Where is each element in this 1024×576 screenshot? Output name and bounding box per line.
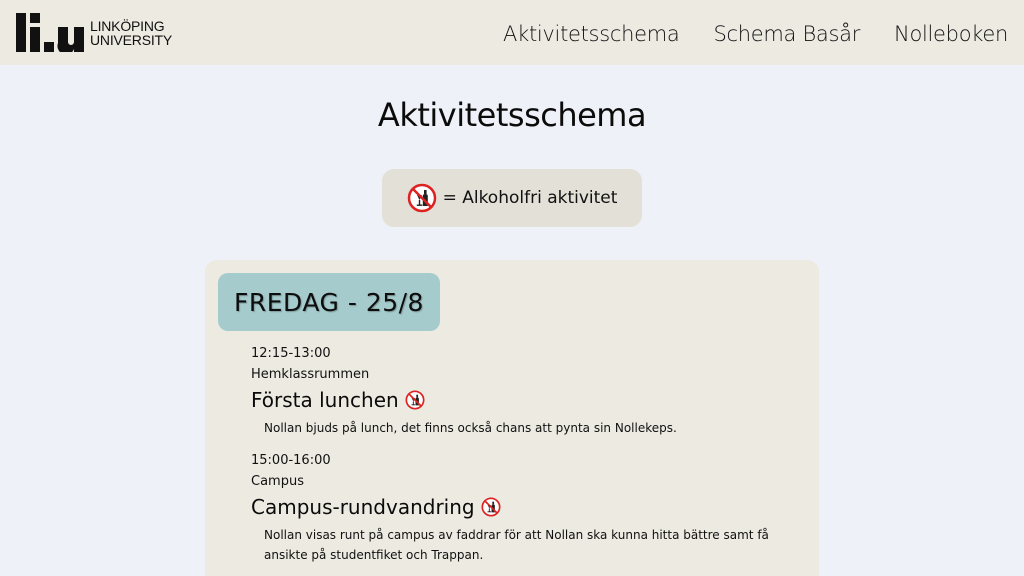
day-card: FREDAG - 25/8 12:15-13:00 Hemklassrummen… <box>205 260 819 576</box>
event-title-row: Campus-rundvandring <box>251 495 771 519</box>
event-description: Nollan bjuds på lunch, det finns också c… <box>264 421 677 435</box>
logo-line2: UNIVERSITY <box>90 31 173 48</box>
event-time: 12:15-13:00 <box>251 346 331 361</box>
liu-logo-link[interactable]: LINKÖPING UNIVERSITY <box>16 13 172 52</box>
liu-logo-icon <box>16 13 84 52</box>
page-title: Aktivitetsschema <box>377 96 647 134</box>
logo-wordmark: LINKÖPING UNIVERSITY <box>90 19 172 47</box>
day-heading: FREDAG - 25/8 <box>218 273 440 331</box>
alcohol-free-legend: = Alkoholfri aktivitet <box>382 169 642 227</box>
nav-nolleboken[interactable]: Nolleboken <box>894 22 1008 46</box>
event-time: 15:00-16:00 <box>251 453 331 468</box>
legend-text: = Alkoholfri aktivitet <box>442 188 618 208</box>
no-alcohol-icon <box>481 497 501 517</box>
event-item: 12:15-13:00 Hemklassrummen Första lunche… <box>251 346 771 438</box>
main-nav: Aktivitetsschema Schema Basår Nolleboken <box>503 22 1008 46</box>
event-description: Nollan visas runt på campus av faddrar f… <box>264 528 769 562</box>
event-location: Hemklassrummen <box>251 367 370 382</box>
event-title-row: Första lunchen <box>251 388 771 412</box>
event-location: Campus <box>251 474 304 489</box>
event-item: 15:00-16:00 Campus Campus-rundvandring N… <box>251 453 771 565</box>
event-title: Campus-rundvandring <box>251 495 475 519</box>
no-alcohol-icon <box>407 183 436 213</box>
nav-schema-basar[interactable]: Schema Basår <box>713 22 860 46</box>
top-navigation-bar: LINKÖPING UNIVERSITY Aktivitetsschema Sc… <box>0 0 1024 65</box>
event-title: Första lunchen <box>251 388 399 412</box>
no-alcohol-icon <box>405 390 425 410</box>
nav-aktivitetsschema[interactable]: Aktivitetsschema <box>503 22 680 46</box>
logo-line1: LINKÖPING <box>90 17 165 34</box>
